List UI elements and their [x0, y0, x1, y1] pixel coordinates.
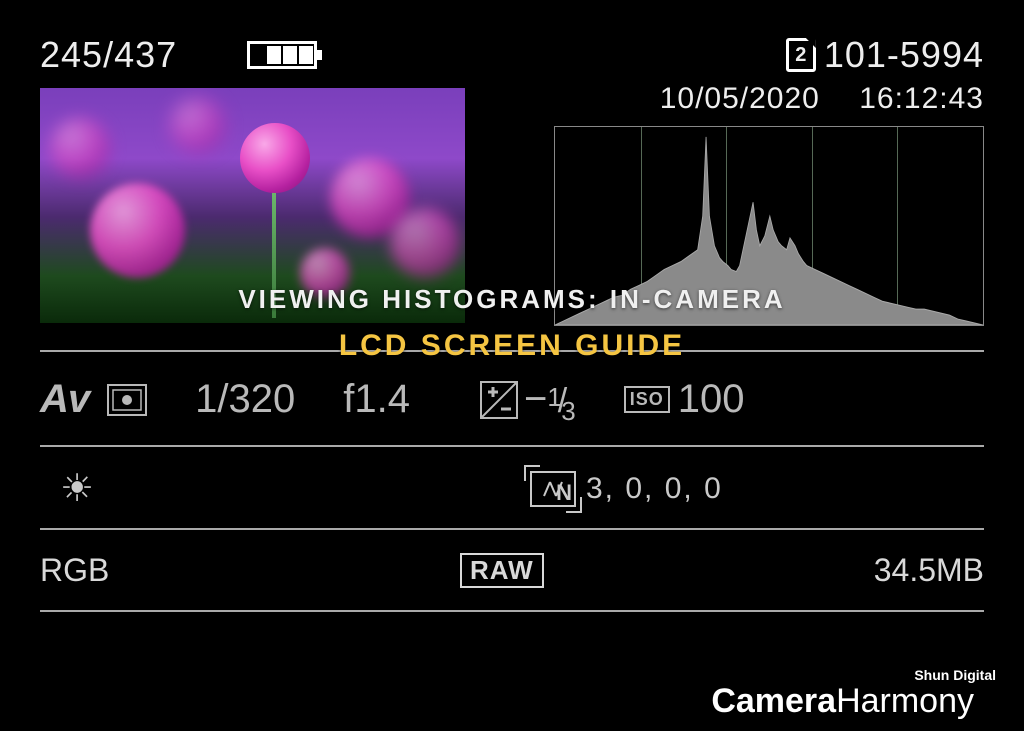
- shooting-mode: Av: [40, 377, 89, 422]
- file-size: 34.5MB: [874, 552, 984, 589]
- exposure-compensation-value: − 1 / 3: [524, 377, 576, 422]
- picture-style-values: 3, 0, 0, 0: [586, 472, 723, 506]
- white-balance-icon: ☀: [60, 466, 94, 511]
- divider: [40, 610, 984, 612]
- capture-time: 16:12:43: [859, 82, 984, 116]
- aperture: f1.4: [343, 377, 410, 422]
- shutter-speed: 1/320: [195, 377, 295, 422]
- brand-watermark: CameraHarmony: [711, 682, 974, 721]
- divider: [40, 445, 984, 447]
- iso-value: 100: [678, 377, 745, 422]
- overlay-title: VIEWING HISTOGRAMS: IN-CAMERA LCD SCREEN…: [40, 284, 984, 363]
- overlay-title-line1: VIEWING HISTOGRAMS: IN-CAMERA: [40, 284, 984, 315]
- iso-label-icon: ISO: [624, 386, 670, 413]
- capture-date: 10/05/2020: [660, 82, 820, 116]
- metering-icon: [107, 384, 147, 416]
- picture-style-icon: N: [530, 471, 576, 507]
- folder-file-number: 101-5994: [824, 34, 984, 76]
- battery-icon: [247, 41, 317, 69]
- image-counter: 245/437: [40, 34, 177, 76]
- color-space: RGB: [40, 552, 109, 589]
- exposure-compensation-icon: [480, 381, 518, 419]
- divider: [40, 528, 984, 530]
- card-slot-icon: 2: [786, 38, 816, 72]
- datetime: 10/05/2020 16:12:43: [660, 82, 984, 116]
- overlay-title-line2: LCD SCREEN GUIDE: [40, 329, 984, 363]
- file-format-badge: RAW: [460, 553, 544, 588]
- credit-watermark: Shun Digital: [914, 667, 996, 683]
